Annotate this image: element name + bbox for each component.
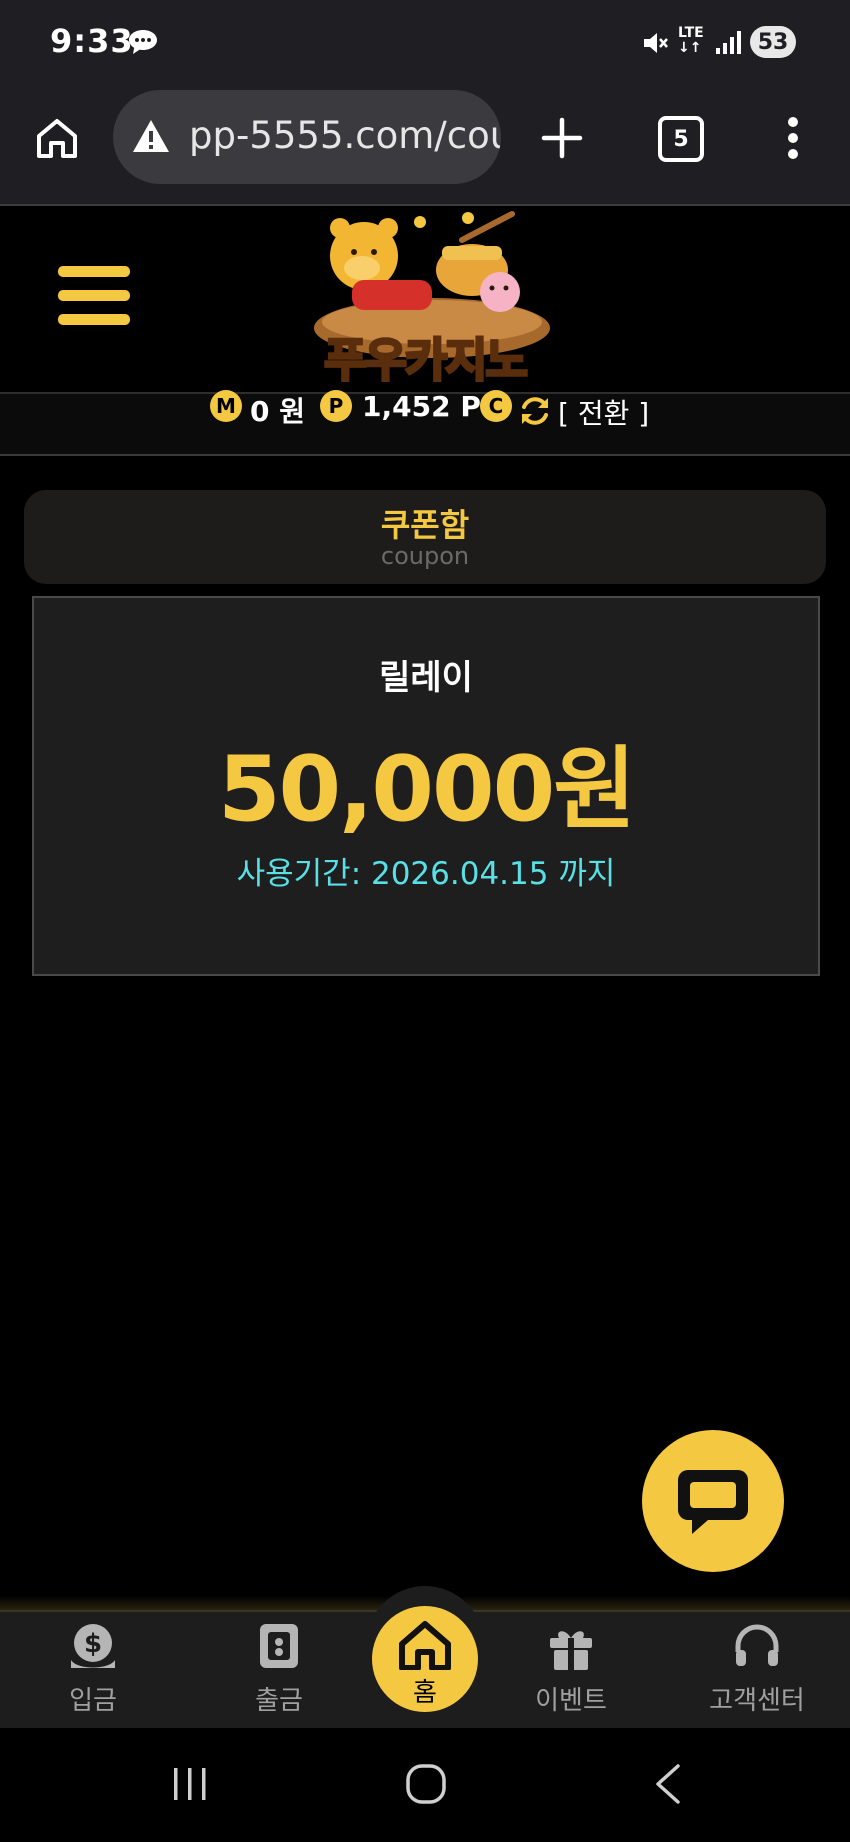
coupon-page-header: 쿠폰함 coupon xyxy=(24,490,826,584)
coupon-name: 릴레이 xyxy=(379,658,473,698)
nav-item-deposit[interactable]: $ 입금 xyxy=(18,1612,168,1730)
nav-label: 출금 xyxy=(255,1686,303,1716)
status-time: 9:33 xyxy=(50,22,134,60)
house-icon xyxy=(399,1621,451,1670)
chat-icon xyxy=(678,1470,748,1534)
page-title: 쿠폰함 xyxy=(380,506,470,544)
browser-toolbar: pp-5555.com/cou 5 xyxy=(0,84,850,206)
coupon-card[interactable]: 릴레이 50,000원 사용기간: 2026.04.15 까지 xyxy=(32,596,820,976)
money-coin-icon: M xyxy=(210,390,242,422)
battery-indicator: 53 xyxy=(750,26,796,58)
home-circle-icon[interactable] xyxy=(404,1762,448,1806)
more-vertical-icon[interactable] xyxy=(786,116,800,160)
nav-item-support[interactable]: 고객센터 xyxy=(682,1612,832,1730)
tab-switcher-button[interactable]: 5 xyxy=(658,116,704,162)
balance-bar: M 0 원 P 1,452 P C [ 전환 ] xyxy=(0,390,850,456)
plus-icon[interactable] xyxy=(540,116,584,160)
nav-label: 홈 xyxy=(413,1678,437,1708)
svg-text:$: $ xyxy=(84,1629,102,1659)
logo-text: 푸우카지노 xyxy=(323,332,530,389)
back-icon[interactable] xyxy=(652,1762,682,1806)
nav-item-event[interactable]: 이벤트 xyxy=(496,1612,646,1730)
url-text[interactable]: pp-5555.com/cou xyxy=(189,114,501,157)
nav-item-home[interactable]: 홈 xyxy=(372,1606,478,1712)
nav-label: 고객센터 xyxy=(709,1686,805,1716)
system-navigation-bar xyxy=(0,1728,850,1842)
convert-button[interactable]: [ 전환 ] xyxy=(558,392,649,432)
comp-coin-icon: C xyxy=(480,390,512,422)
chat-support-button[interactable] xyxy=(642,1430,784,1572)
gift-icon xyxy=(550,1631,592,1670)
signal-icon xyxy=(716,31,741,54)
safe-icon xyxy=(260,1624,298,1668)
warning-icon[interactable] xyxy=(131,118,171,154)
site-logo[interactable]: 푸우카지노 xyxy=(292,210,558,389)
refresh-icon[interactable] xyxy=(518,394,552,428)
point-balance: 1,452 P xyxy=(362,390,481,423)
site-header: 푸우카지노 xyxy=(0,206,850,392)
dollar-coin-icon: $ xyxy=(71,1624,115,1668)
recents-icon[interactable] xyxy=(170,1764,210,1804)
address-bar[interactable]: pp-5555.com/cou xyxy=(113,90,501,184)
nav-label: 입금 xyxy=(69,1686,117,1716)
chat-bubble-icon xyxy=(129,30,157,54)
hamburger-icon[interactable] xyxy=(58,264,130,328)
home-icon[interactable] xyxy=(33,114,81,162)
status-bar: 9:33 LTE ↓↑ 53 xyxy=(0,0,850,84)
point-coin-icon: P xyxy=(320,390,352,422)
lte-icon: LTE ↓↑ xyxy=(678,25,704,56)
coupon-expiry: 사용기간: 2026.04.15 까지 xyxy=(236,856,616,892)
mute-icon xyxy=(644,33,668,53)
money-balance: 0 원 xyxy=(250,395,305,428)
page-subtitle: coupon xyxy=(380,542,470,570)
nav-item-withdraw[interactable]: 출금 xyxy=(204,1612,354,1730)
coupon-amount: 50,000원 xyxy=(217,737,636,842)
headset-icon xyxy=(735,1624,779,1666)
nav-label: 이벤트 xyxy=(535,1686,607,1716)
